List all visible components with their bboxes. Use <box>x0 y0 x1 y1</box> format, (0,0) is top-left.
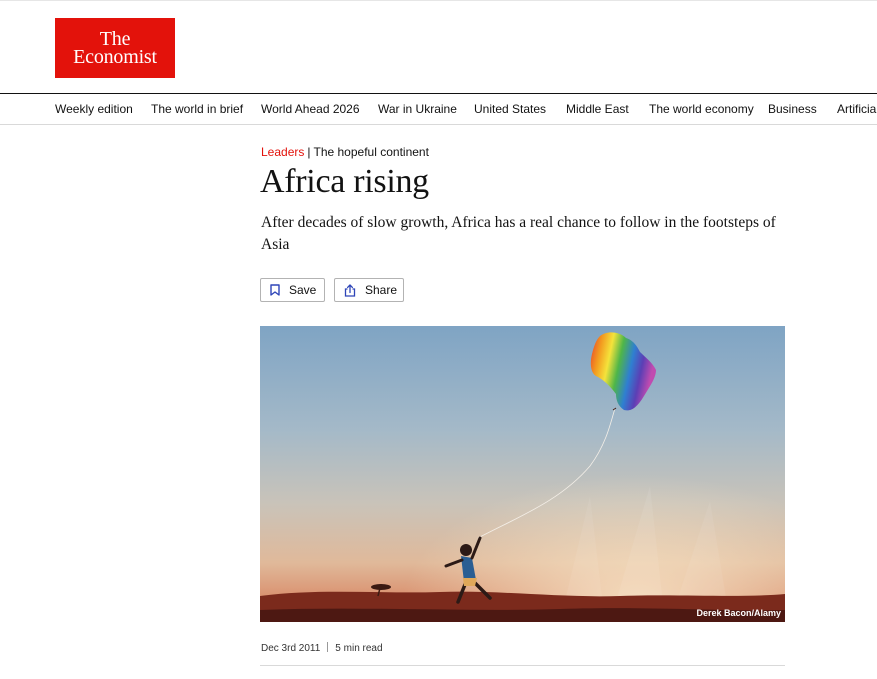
nav-item-weekly-edition[interactable]: Weekly edition <box>55 102 133 116</box>
share-label: Share <box>365 283 398 297</box>
share-button[interactable]: Share <box>334 278 404 302</box>
meta-divider <box>327 642 329 652</box>
save-label: Save <box>289 283 317 297</box>
page-title: Africa rising <box>260 163 429 200</box>
section-link[interactable]: Leaders <box>261 145 304 159</box>
nav-item-artificial-intelligence[interactable]: Artificia <box>837 102 876 116</box>
article-date: Dec 3rd 2011 <box>261 643 321 654</box>
share-icon <box>344 283 356 297</box>
save-button[interactable]: Save <box>260 278 325 302</box>
top-rule <box>0 0 877 3</box>
main-navigation: Weekly edition The world in brief World … <box>0 93 877 125</box>
africa-kite-photo <box>260 326 785 622</box>
article-kicker: Leaders | The hopeful continent <box>261 145 429 159</box>
image-credit: Derek Bacon/Alamy <box>696 608 781 618</box>
kicker-separator: | <box>307 145 311 159</box>
nav-item-world-economy[interactable]: The world economy <box>649 102 754 116</box>
nav-item-business[interactable]: Business <box>768 102 817 116</box>
article-meta: Dec 3rd 2011 5 min read <box>261 642 383 654</box>
flytitle: The hopeful continent <box>313 145 429 159</box>
nav-item-middle-east[interactable]: Middle East <box>566 102 629 116</box>
bookmark-icon <box>270 284 280 296</box>
meta-divider-line <box>260 665 785 666</box>
article-rubric: After decades of slow growth, Africa has… <box>261 214 776 253</box>
nav-item-war-in-ukraine[interactable]: War in Ukraine <box>378 102 457 116</box>
logo-line-2: Economist <box>73 46 157 68</box>
read-time: 5 min read <box>335 643 383 654</box>
nav-item-world-in-brief[interactable]: The world in brief <box>151 102 243 116</box>
nav-item-united-states[interactable]: United States <box>474 102 546 116</box>
article-image: Derek Bacon/Alamy <box>260 326 785 622</box>
economist-logo[interactable]: The Economist <box>55 18 175 78</box>
nav-item-world-ahead[interactable]: World Ahead 2026 <box>261 102 360 116</box>
